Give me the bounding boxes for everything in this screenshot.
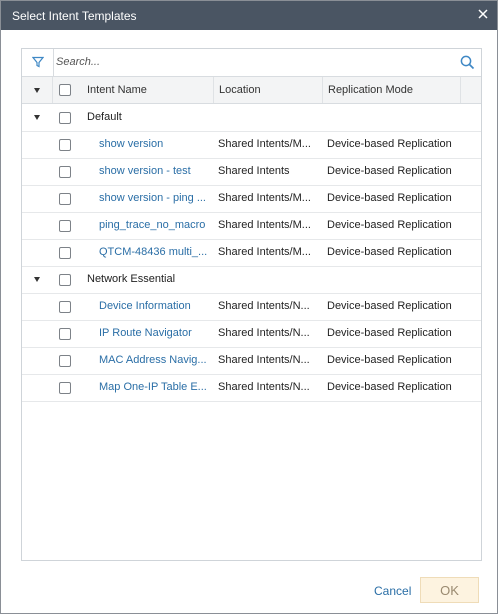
replication-mode-cell: Device-based Replication [327, 354, 452, 366]
intent-name-link[interactable]: QTCM-48436 multi_... [99, 239, 211, 266]
intent-templates-grid: Intent Name Location Replication Mode De… [21, 48, 482, 561]
filter-button[interactable] [22, 49, 54, 76]
intent-name-link[interactable]: ping_trace_no_macro [99, 212, 211, 239]
caret-down-icon[interactable] [34, 277, 40, 282]
row-checkbox[interactable] [59, 166, 71, 178]
group-checkbox[interactable] [59, 274, 71, 286]
table-row[interactable]: show version - test Shared Intents Device-… [22, 158, 481, 186]
select-intent-templates-dialog: Select Intent Templates Intent Name Loca… [0, 0, 498, 614]
col-location[interactable]: Location [214, 77, 323, 103]
search-input[interactable] [56, 53, 446, 71]
row-checkbox[interactable] [59, 139, 71, 151]
location-cell: Shared Intents/N... [218, 327, 310, 339]
intent-name-link[interactable]: MAC Address Navig... [99, 347, 211, 374]
select-all-checkbox[interactable] [59, 84, 71, 96]
dialog-titlebar: Select Intent Templates [1, 1, 497, 30]
search-row [22, 49, 481, 77]
intent-name-link[interactable]: show version - test [99, 158, 211, 185]
table-row[interactable]: MAC Address Navig... Shared Intents/N... D… [22, 347, 481, 375]
intent-name-link[interactable]: Map One-IP Table E... [99, 374, 211, 401]
location-cell: Shared Intents/N... [218, 300, 310, 312]
group-row[interactable]: Network Essential [22, 266, 481, 294]
search-icon[interactable] [460, 55, 475, 73]
cancel-button[interactable]: Cancel [374, 584, 411, 598]
intent-name-link[interactable]: show version [99, 131, 211, 158]
replication-mode-cell: Device-based Replication [327, 300, 452, 312]
table-row[interactable]: QTCM-48436 multi_... Shared Intents/M... D… [22, 239, 481, 267]
close-icon[interactable] [475, 6, 491, 22]
expand-all-header[interactable] [22, 77, 53, 103]
grid-header: Intent Name Location Replication Mode [22, 77, 481, 104]
row-checkbox[interactable] [59, 382, 71, 394]
caret-down-icon[interactable] [34, 115, 40, 120]
replication-mode-cell: Device-based Replication [327, 192, 452, 204]
table-row[interactable]: ping_trace_no_macro Shared Intents/M... De… [22, 212, 481, 240]
group-label: Default [87, 111, 122, 123]
intent-name-link[interactable]: show version - ping ... [99, 185, 211, 212]
row-checkbox[interactable] [59, 220, 71, 232]
ok-button[interactable]: OK [420, 577, 479, 603]
table-row[interactable]: show version - ping ... Shared Intents/M.… [22, 185, 481, 213]
intent-name-link[interactable]: Device Information [99, 293, 211, 320]
intent-name-link[interactable]: IP Route Navigator [99, 320, 211, 347]
row-checkbox[interactable] [59, 301, 71, 313]
replication-mode-cell: Device-based Replication [327, 246, 452, 258]
select-all-header [53, 77, 77, 103]
replication-mode-cell: Device-based Replication [327, 327, 452, 339]
dialog-title: Select Intent Templates [12, 9, 137, 23]
replication-mode-cell: Device-based Replication [327, 381, 452, 393]
replication-mode-cell: Device-based Replication [327, 165, 452, 177]
location-cell: Shared Intents/N... [218, 354, 310, 366]
location-cell: Shared Intents/M... [218, 219, 311, 231]
group-row[interactable]: Default [22, 104, 481, 132]
caret-down-icon [34, 88, 40, 93]
replication-mode-cell: Device-based Replication [327, 219, 452, 231]
location-cell: Shared Intents/M... [218, 192, 311, 204]
row-checkbox[interactable] [59, 247, 71, 259]
location-cell: Shared Intents/M... [218, 138, 311, 150]
location-cell: Shared Intents/M... [218, 246, 311, 258]
row-checkbox[interactable] [59, 328, 71, 340]
row-checkbox[interactable] [59, 355, 71, 367]
replication-mode-cell: Device-based Replication [327, 138, 452, 150]
row-checkbox[interactable] [59, 193, 71, 205]
table-row[interactable]: Device Information Shared Intents/N... Dev… [22, 293, 481, 321]
location-cell: Shared Intents [218, 165, 290, 177]
table-row[interactable]: Map One-IP Table E... Shared Intents/N...… [22, 374, 481, 402]
col-replication-mode[interactable]: Replication Mode [323, 77, 461, 103]
table-row[interactable]: show version Shared Intents/M... Device-ba… [22, 131, 481, 159]
group-checkbox[interactable] [59, 112, 71, 124]
group-label: Network Essential [87, 273, 176, 285]
location-cell: Shared Intents/N... [218, 381, 310, 393]
filter-icon [32, 56, 44, 68]
table-row[interactable]: IP Route Navigator Shared Intents/N... Dev… [22, 320, 481, 348]
col-intent-name[interactable]: Intent Name [77, 77, 214, 103]
